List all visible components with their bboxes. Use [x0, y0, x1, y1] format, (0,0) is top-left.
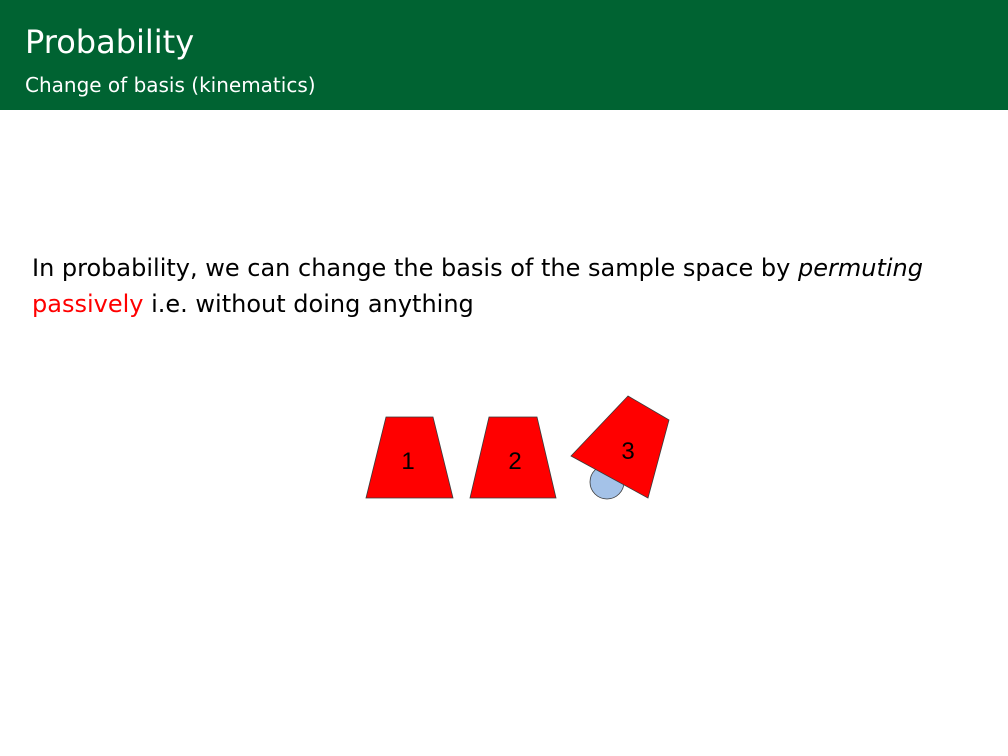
cup-3-shape — [570, 395, 670, 499]
cup-2: 2 — [469, 416, 557, 499]
cup-3-label: 3 — [621, 438, 634, 465]
cup-1: 1 — [365, 416, 454, 499]
cup-1-label: 1 — [401, 448, 414, 475]
cup-3: 3 — [570, 395, 670, 499]
cups-figure: 1 2 3 — [365, 395, 670, 500]
slide: Probability Change of basis (kinematics)… — [0, 0, 1008, 756]
cup-2-label: 2 — [508, 448, 521, 475]
